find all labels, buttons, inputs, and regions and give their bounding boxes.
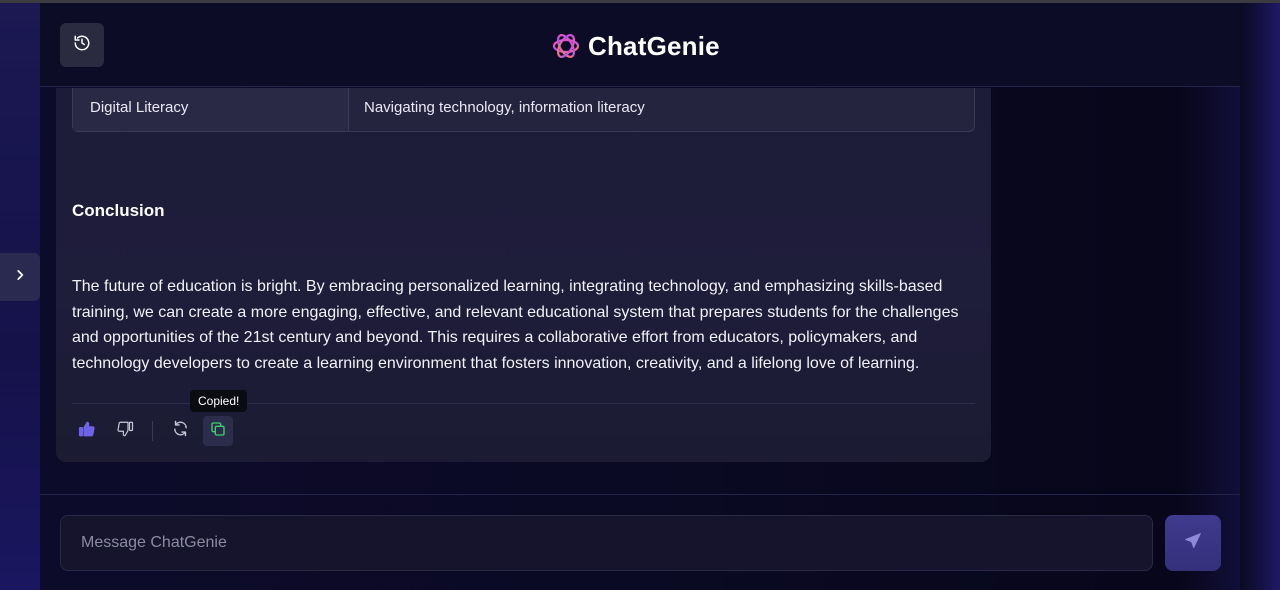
message-input[interactable] — [81, 516, 1132, 570]
skills-table: Digital Literacy Navigating technology, … — [72, 88, 975, 132]
message-body: The future of education is bright. By em… — [72, 278, 959, 372]
send-button[interactable] — [1165, 515, 1221, 571]
actions-separator — [152, 421, 153, 441]
table-cell-area: Digital Literacy — [73, 88, 349, 131]
dislike-button[interactable] — [110, 416, 140, 446]
chevron-right-icon — [13, 268, 27, 287]
regenerate-button[interactable] — [165, 416, 195, 446]
history-icon — [73, 34, 91, 57]
message-heading: Conclusion — [72, 201, 165, 220]
composer-divider — [40, 494, 1240, 495]
copy-icon — [210, 421, 226, 442]
chat-area: Digital Literacy Navigating technology, … — [40, 88, 1240, 494]
history-button[interactable] — [60, 23, 104, 67]
app-title: ChatGenie — [588, 30, 720, 61]
message-input-box — [60, 515, 1153, 571]
send-icon — [1184, 532, 1202, 555]
copy-button[interactable] — [203, 416, 233, 446]
sidebar-toggle-button[interactable] — [0, 253, 40, 301]
like-button[interactable] — [72, 416, 102, 446]
right-rail — [1240, 3, 1280, 590]
refresh-icon — [172, 420, 189, 442]
brand: ChatGenie — [550, 29, 720, 63]
thumbs-up-icon — [78, 420, 96, 443]
table-cell-description: Navigating technology, information liter… — [364, 99, 645, 116]
message-actions — [72, 416, 241, 446]
copied-tooltip: Copied! — [190, 390, 248, 412]
chatgenie-logo-icon — [550, 30, 582, 62]
app-header: ChatGenie — [40, 3, 1240, 87]
assistant-message: Digital Literacy Navigating technology, … — [56, 88, 991, 462]
thumbs-down-icon — [116, 420, 134, 443]
